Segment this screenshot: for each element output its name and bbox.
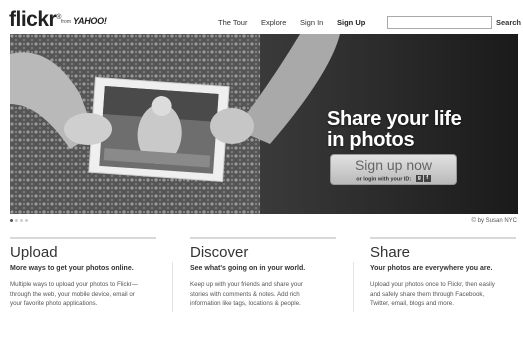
nav-sign-in[interactable]: Sign In [300,18,323,28]
discover-subheading: See what's going on in your world. [190,265,306,272]
search-button[interactable]: Search [496,18,521,28]
flickr-logo[interactable]: flickr® [9,9,61,30]
slide-dot-4[interactable] [25,219,28,222]
slide-dot-1[interactable] [10,219,13,222]
share-column: Share Your photos are everywhere you are… [370,237,516,309]
login-with-id-text: or login with your ID: [356,176,412,183]
slide-dot-3[interactable] [20,219,23,222]
share-line-3: Twitter, email, blogs and more. [370,300,454,307]
share-heading: Share [370,244,411,261]
nav-sign-up[interactable]: Sign Up [337,18,365,28]
discover-line-1: Keep up with your friends and share your [190,281,303,288]
upload-line-2: through the web, your mobile device, ema… [10,290,135,298]
hero-title-line-2: in photos [327,129,415,151]
discover-column: Discover See what's going on in your wor… [190,237,336,309]
upload-heading: Upload [10,244,58,261]
share-subheading: Your photos are everywhere you are. [370,265,493,272]
column-divider [370,237,516,239]
column-separator [353,262,354,312]
nav-explore[interactable]: Explore [261,18,286,28]
upload-line-3: your favorite photo applications. [10,300,98,307]
search-input[interactable] [387,16,492,29]
share-line-2: and safely share them through Facebook, [370,290,485,298]
upload-line-1: Multiple ways to upload your photos to F… [10,281,138,288]
hero-title-line-1: Share your life [327,108,462,130]
discover-description: Keep up with your friends and share your… [190,280,336,309]
upload-subheading: More ways to get your photos online. [10,265,134,272]
discover-line-2: stories with comments & notes. Add rich [190,290,300,298]
sign-up-now-button[interactable]: Sign up now or login with your ID: gf [330,154,457,185]
column-separator [172,262,173,312]
sign-up-now-label: Sign up now [354,157,433,173]
google-id-icon[interactable]: g [415,175,423,182]
upload-description: Multiple ways to upload your photos to F… [10,280,156,309]
share-line-1: Upload your photos once to Flickr, then … [370,281,495,288]
logo-from-text: from [61,19,71,25]
discover-line-3: information like tags, locations & peopl… [190,300,301,307]
share-description: Upload your photos once to Flickr, then … [370,280,516,309]
yahoo-logo: YAHOO! [73,16,107,26]
hero-title: Share your life in photos [327,109,497,151]
login-with-id: or login with your ID: gf [331,175,456,183]
upload-column: Upload More ways to get your photos onli… [10,237,156,309]
discover-heading: Discover [190,244,249,261]
column-divider [10,237,156,239]
slide-dot-2[interactable] [15,219,18,222]
hero-banner: Share your life in photos Sign up now or… [10,34,518,214]
photo-credit[interactable]: © by Susan NYC [472,217,517,225]
site-header: flickr® from YAHOO! The Tour Explore Sig… [0,0,523,34]
facebook-id-icon[interactable]: f [423,175,431,182]
column-divider [190,237,336,239]
nav-the-tour[interactable]: The Tour [218,18,247,28]
